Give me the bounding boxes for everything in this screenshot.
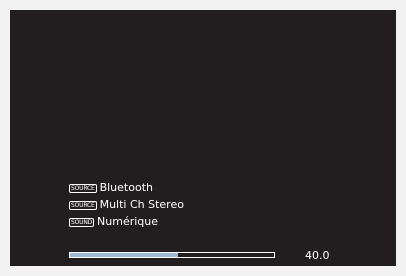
input-source-label: Bluetooth [99,181,153,194]
osd-screen: SOURCE Bluetooth SOURCE Multi Ch Stereo … [10,10,396,266]
volume-bar [69,252,275,258]
source-badge: SOURCE [69,183,97,193]
sound-mode-label: Numérique [97,215,159,228]
output-source-label: Multi Ch Stereo [99,198,184,211]
volume-bar-fill [70,253,179,257]
source-row-bluetooth: SOURCE Bluetooth [69,181,153,195]
volume-value: 40.0 [305,249,330,262]
source-row-multi-ch: SOURCE Multi Ch Stereo [69,198,184,212]
sound-badge: SOUND [69,217,95,227]
sound-mode-row: SOUND Numérique [69,215,158,229]
source-badge: SOURCE [69,200,97,210]
